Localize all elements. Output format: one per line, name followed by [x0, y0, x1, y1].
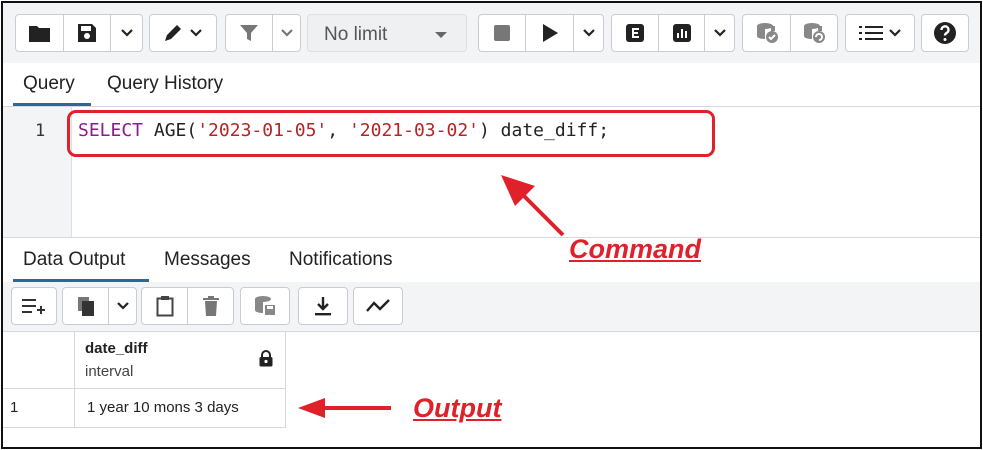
annotation-arrows: [298, 175, 565, 418]
output-arrow: [298, 398, 391, 418]
pgadmin-query-tool: No limit Query Query History 1 SELECT AG…: [1, 1, 982, 449]
output-annotation: Output: [413, 393, 502, 423]
command-annotation: Command: [569, 234, 702, 264]
command-arrow: [501, 175, 565, 237]
